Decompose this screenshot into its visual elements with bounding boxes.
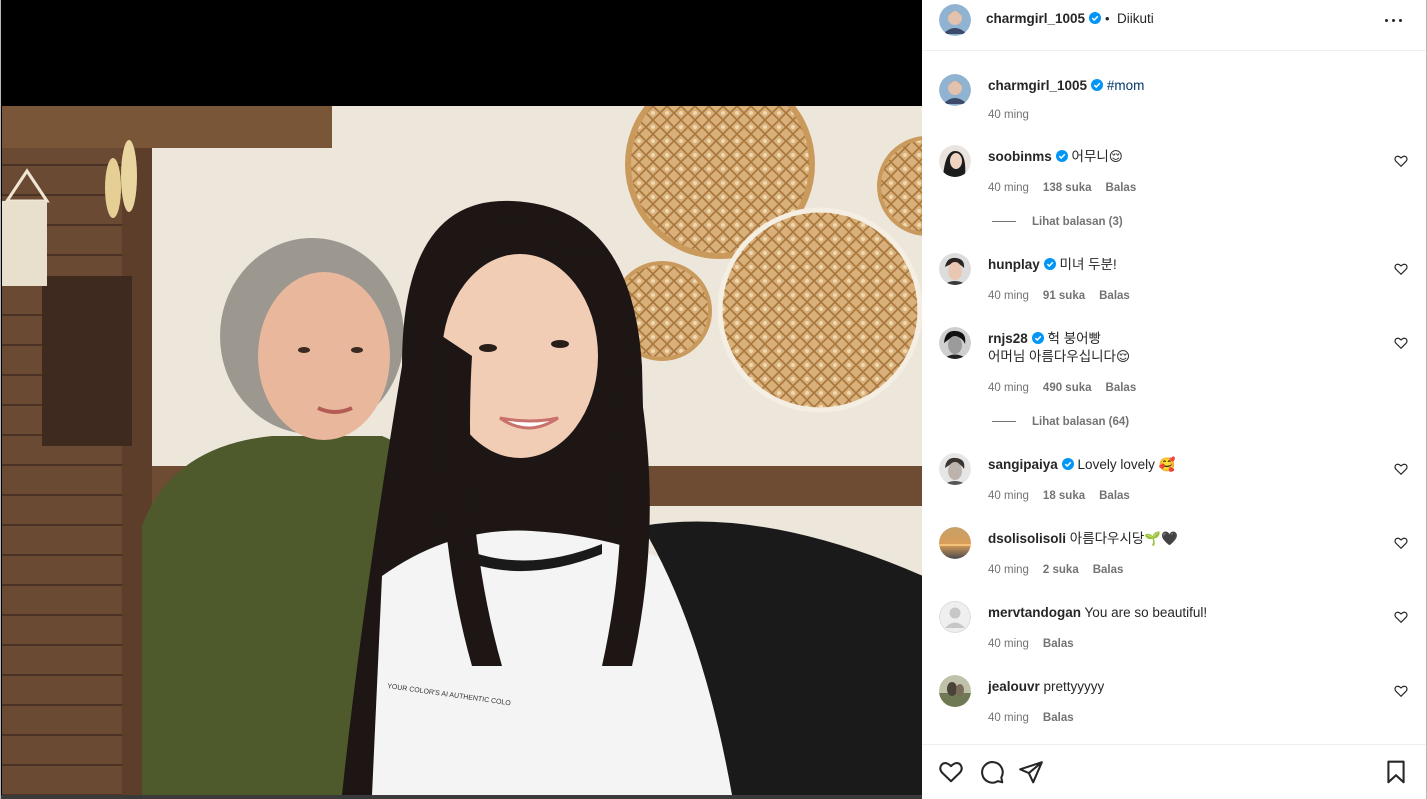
author-avatar[interactable]: [939, 4, 971, 36]
comment-meta: 40 ming 91 suka Balas: [988, 290, 1144, 302]
comment-text: mervtandogan You are so beautiful!: [988, 605, 1208, 620]
heart-icon[interactable]: [938, 759, 964, 785]
post-photo[interactable]: YOUR COLOR'S AI AUTHENTIC COLO: [2, 106, 923, 795]
follow-status-button[interactable]: Diikuti: [1117, 11, 1154, 26]
replies-dash: [992, 221, 1016, 223]
comment-text: jealouvr prettyyyyy: [988, 679, 1105, 694]
caption-meta: 40 ming: [988, 109, 1043, 121]
comment-like-heart-icon[interactable]: [1394, 154, 1408, 168]
verified-badge-icon: [1091, 79, 1104, 91]
post-media: YOUR COLOR'S AI AUTHENTIC COLO: [0, 0, 923, 799]
comment-time[interactable]: 40 ming: [988, 382, 1029, 394]
commenter-avatar[interactable]: [939, 253, 971, 285]
author-avatar[interactable]: [939, 74, 971, 106]
comment-likes[interactable]: 2 suka: [1043, 564, 1079, 576]
comment-like-heart-icon[interactable]: [1394, 462, 1408, 476]
comment-time[interactable]: 40 ming: [988, 638, 1029, 650]
view-replies-button[interactable]: Lihat balasan (3): [992, 216, 1123, 228]
reply-button[interactable]: Balas: [1093, 564, 1124, 576]
post-side-panel: charmgirl_1005 • Diikuti charmgirl_1005 …: [922, 0, 1427, 799]
comment-meta: 40 ming 18 suka Balas: [988, 490, 1144, 502]
verified-badge-icon: [1043, 258, 1056, 270]
comment-time[interactable]: 40 ming: [988, 182, 1029, 194]
comment-meta: 40 ming 490 suka Balas: [988, 382, 1150, 394]
reply-button[interactable]: Balas: [1106, 382, 1137, 394]
comment-icon[interactable]: [979, 759, 1005, 785]
comment-meta: 40 ming 2 suka Balas: [988, 564, 1137, 576]
comment-time[interactable]: 40 ming: [988, 290, 1029, 302]
verified-badge-icon: [1055, 150, 1068, 162]
comment-meta: 40 ming 138 suka Balas: [988, 182, 1150, 194]
comment-text: rnjs28 헉 붕어빵 어머님 아름다우십니다😌: [988, 331, 1131, 364]
comment-meta: 40 ming Balas: [988, 638, 1088, 650]
comment-time[interactable]: 40 ming: [988, 712, 1029, 724]
comment-like-heart-icon[interactable]: [1394, 610, 1408, 624]
photo-illustration: YOUR COLOR'S AI AUTHENTIC COLO: [2, 106, 923, 795]
bookmark-icon[interactable]: [1383, 759, 1409, 785]
more-options-icon[interactable]: [1384, 10, 1404, 30]
comment-like-heart-icon[interactable]: [1394, 684, 1408, 698]
view-replies-button[interactable]: Lihat balasan (64): [992, 416, 1129, 428]
commenter-avatar[interactable]: [939, 453, 971, 485]
comment-time[interactable]: 40 ming: [988, 490, 1029, 502]
verified-badge-icon: [1089, 12, 1102, 24]
commenter-avatar[interactable]: [939, 145, 971, 177]
media-bottom-edge: [1, 795, 923, 799]
commenter-avatar[interactable]: [939, 675, 971, 707]
caption-text: charmgirl_1005 #mom: [988, 78, 1145, 93]
comment-likes[interactable]: 490 suka: [1043, 382, 1092, 394]
hashtag-link[interactable]: #mom: [1107, 78, 1145, 93]
reply-button[interactable]: Balas: [1099, 490, 1130, 502]
verified-badge-icon: [1031, 332, 1044, 344]
paper-plane-icon[interactable]: [1018, 759, 1044, 785]
verified-badge-icon: [1061, 458, 1074, 470]
comment-like-heart-icon[interactable]: [1394, 536, 1408, 550]
comment-likes[interactable]: 91 suka: [1043, 290, 1085, 302]
comment-likes[interactable]: 138 suka: [1043, 182, 1092, 194]
comment-text: soobinms 어무니😌: [988, 149, 1123, 164]
comment-text: dsolisolisoli 아름다우시당🌱🖤: [988, 531, 1178, 546]
comment-likes[interactable]: 18 suka: [1043, 490, 1085, 502]
commenter-avatar[interactable]: [939, 327, 971, 359]
commenter-avatar[interactable]: [939, 601, 971, 633]
post-header: charmgirl_1005 • Diikuti: [922, 0, 1426, 51]
comment-text: hunplay 미녀 두분!: [988, 257, 1117, 272]
author-username[interactable]: charmgirl_1005: [986, 11, 1102, 26]
comment-time[interactable]: 40 ming: [988, 564, 1029, 576]
comments-list[interactable]: charmgirl_1005 #mom 40 ming soobinms 어무니…: [922, 51, 1426, 744]
comment-like-heart-icon[interactable]: [1394, 262, 1408, 276]
comment-meta: 40 ming Balas: [988, 712, 1088, 724]
commenter-avatar[interactable]: [939, 527, 971, 559]
replies-dash: [992, 421, 1016, 423]
reply-button[interactable]: Balas: [1106, 182, 1137, 194]
comment-text: sangipaiya Lovely lovely 🥰: [988, 457, 1176, 472]
reply-button[interactable]: Balas: [1043, 638, 1074, 650]
comment-like-heart-icon[interactable]: [1394, 336, 1408, 350]
caption-time[interactable]: 40 ming: [988, 109, 1029, 121]
reply-button[interactable]: Balas: [1099, 290, 1130, 302]
post-action-bar: [922, 744, 1426, 799]
header-separator: •: [1105, 11, 1110, 26]
reply-button[interactable]: Balas: [1043, 712, 1074, 724]
